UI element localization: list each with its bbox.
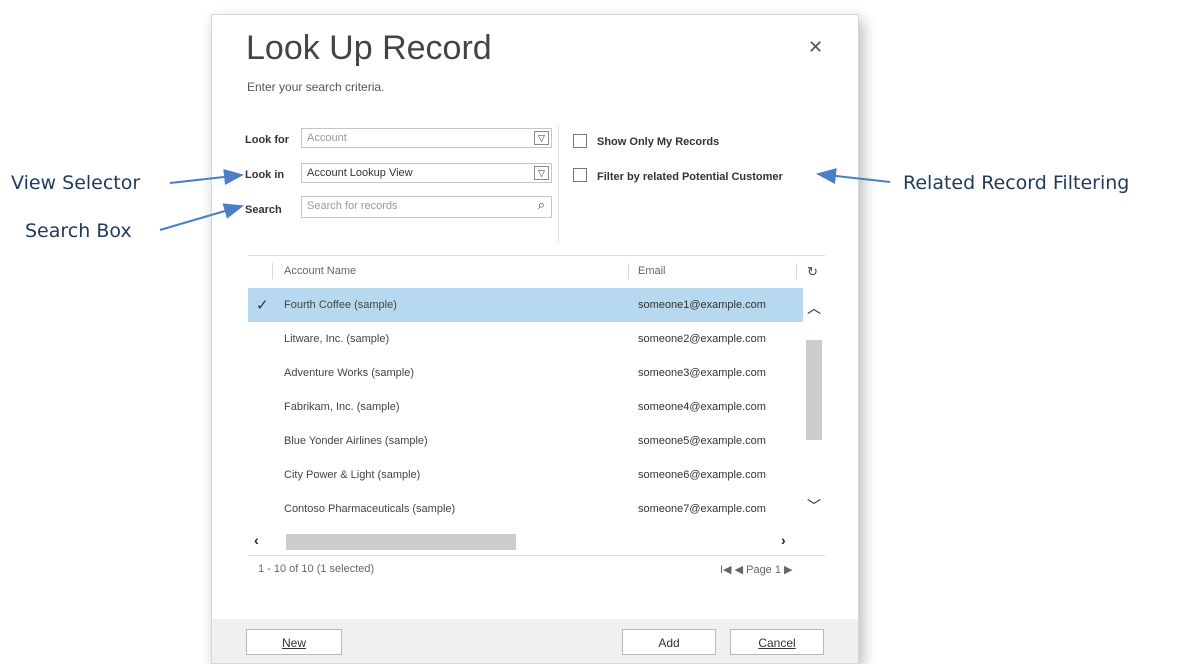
table-row[interactable]: Litware, Inc. (sample) someone2@example.c… bbox=[248, 322, 803, 356]
pager: I◀ ◀ Page 1 ▶ bbox=[720, 563, 793, 576]
email-cell: someone1@example.com bbox=[638, 299, 766, 311]
look-for-label: Look for bbox=[245, 134, 289, 146]
first-page-icon[interactable]: I◀ bbox=[720, 564, 732, 576]
account-name-cell[interactable]: Adventure Works (sample) bbox=[284, 367, 414, 379]
search-label: Search bbox=[245, 204, 282, 216]
new-button[interactable]: New bbox=[246, 629, 342, 655]
lookup-dialog: Look Up Record Enter your search criteri… bbox=[211, 14, 859, 664]
dialog-subtitle: Enter your search criteria. bbox=[247, 80, 385, 94]
table-row[interactable]: ✓ Fourth Coffee (sample) someone1@example.… bbox=[248, 288, 803, 322]
dialog-title: Look Up Record bbox=[246, 29, 492, 67]
email-cell: someone5@example.com bbox=[638, 435, 766, 447]
scroll-right-icon[interactable]: › bbox=[781, 532, 786, 548]
look-for-select[interactable]: Account ▽ bbox=[301, 128, 552, 148]
show-only-my-records-label: Show Only My Records bbox=[597, 136, 720, 148]
look-in-value: Account Lookup View bbox=[307, 167, 413, 179]
email-cell: someone2@example.com bbox=[638, 333, 766, 345]
vertical-scrollbar[interactable]: ︿ ﹀ bbox=[803, 300, 825, 531]
table-row[interactable]: Blue Yonder Airlines (sample) someone5@ex… bbox=[248, 424, 803, 458]
results-grid: Account Name Email ↻ ✓ Fourth Coffee (sam… bbox=[248, 255, 825, 556]
refresh-icon[interactable]: ↻ bbox=[807, 264, 818, 280]
options-divider bbox=[558, 125, 559, 243]
grid-header: Account Name Email ↻ bbox=[248, 256, 825, 288]
horizontal-scroll-thumb[interactable] bbox=[286, 534, 516, 550]
scroll-left-icon[interactable]: ‹ bbox=[254, 532, 259, 548]
callout-related-filtering: Related Record Filtering bbox=[903, 172, 1130, 194]
horizontal-scrollbar[interactable]: ‹ › bbox=[248, 532, 803, 552]
callout-view-selector: View Selector bbox=[11, 172, 141, 194]
show-only-my-records-checkbox[interactable] bbox=[573, 134, 587, 148]
grid-footer-divider bbox=[248, 555, 825, 556]
column-email[interactable]: Email bbox=[638, 265, 666, 277]
scroll-up-icon[interactable]: ︿ bbox=[807, 298, 821, 318]
add-button[interactable]: Add bbox=[622, 629, 716, 655]
record-count-status: 1 - 10 of 10 (1 selected) bbox=[258, 563, 375, 575]
column-divider bbox=[628, 263, 629, 279]
previous-page-icon[interactable]: ◀ bbox=[735, 564, 743, 576]
look-for-value: Account bbox=[307, 132, 347, 144]
table-row[interactable]: Adventure Works (sample) someone3@example… bbox=[248, 356, 803, 390]
filter-related-checkbox[interactable] bbox=[573, 168, 587, 182]
table-row[interactable]: City Power & Light (sample) someone6@exam… bbox=[248, 458, 803, 492]
scroll-down-icon[interactable]: ﹀ bbox=[807, 496, 821, 516]
search-placeholder: Search for records bbox=[307, 200, 398, 212]
callout-search-box: Search Box bbox=[25, 220, 132, 242]
chevron-down-icon[interactable]: ▽ bbox=[534, 166, 549, 180]
account-name-cell[interactable]: Blue Yonder Airlines (sample) bbox=[284, 435, 428, 447]
account-name-cell[interactable]: City Power & Light (sample) bbox=[284, 469, 420, 481]
close-icon[interactable]: ✕ bbox=[808, 37, 823, 58]
dialog-footer: New Add Cancel bbox=[212, 619, 858, 663]
vertical-scroll-thumb[interactable] bbox=[806, 340, 822, 440]
account-name-cell[interactable]: Fourth Coffee (sample) bbox=[284, 299, 397, 311]
filter-related-label: Filter by related Potential Customer bbox=[597, 171, 783, 183]
page-number: Page 1 bbox=[746, 564, 781, 576]
column-account-name[interactable]: Account Name bbox=[284, 265, 356, 277]
cancel-button[interactable]: Cancel bbox=[730, 629, 824, 655]
search-icon[interactable]: ⌕ bbox=[538, 198, 545, 212]
look-in-label: Look in bbox=[245, 169, 285, 181]
column-divider bbox=[272, 263, 273, 279]
table-row[interactable]: Contoso Pharmaceuticals (sample) someone7… bbox=[248, 492, 803, 526]
column-divider bbox=[796, 263, 797, 279]
email-cell: someone3@example.com bbox=[638, 367, 766, 379]
view-selector[interactable]: Account Lookup View ▽ bbox=[301, 163, 552, 183]
search-input[interactable]: Search for records ⌕ bbox=[301, 196, 552, 218]
account-name-cell[interactable]: Litware, Inc. (sample) bbox=[284, 333, 389, 345]
next-page-icon[interactable]: ▶ bbox=[784, 564, 792, 576]
email-cell: someone4@example.com bbox=[638, 401, 766, 413]
email-cell: someone7@example.com bbox=[638, 503, 766, 515]
checkmark-icon: ✓ bbox=[256, 297, 269, 314]
account-name-cell[interactable]: Contoso Pharmaceuticals (sample) bbox=[284, 503, 455, 515]
table-row[interactable]: Fabrikam, Inc. (sample) someone4@example.… bbox=[248, 390, 803, 424]
email-cell: someone6@example.com bbox=[638, 469, 766, 481]
account-name-cell[interactable]: Fabrikam, Inc. (sample) bbox=[284, 401, 400, 413]
chevron-down-icon[interactable]: ▽ bbox=[534, 131, 549, 145]
